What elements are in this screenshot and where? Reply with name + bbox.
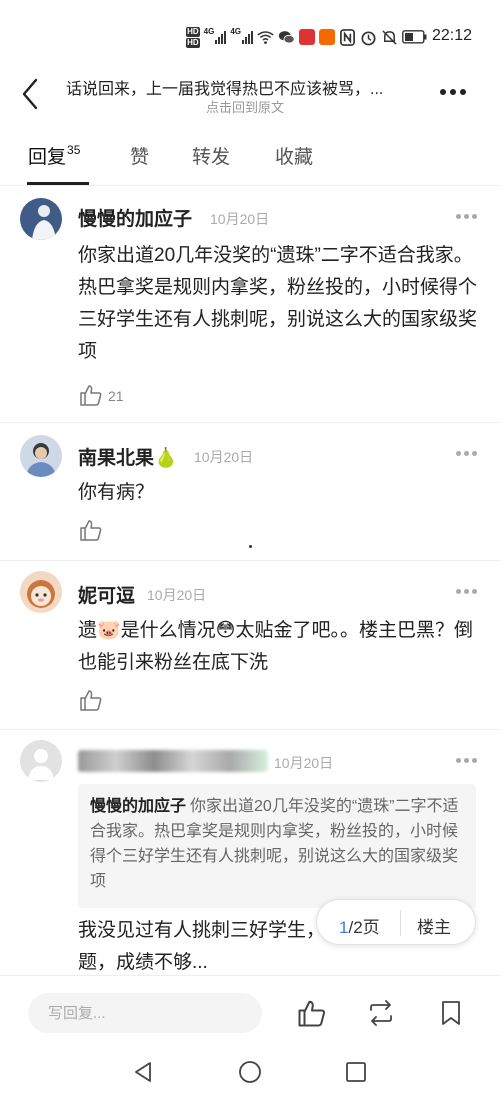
avatar[interactable]: [20, 740, 62, 782]
reply-count: 35: [67, 142, 81, 157]
repost-icon[interactable]: [366, 998, 396, 1028]
tab-bar: 回复35 赞 转发 收藏: [0, 136, 500, 186]
avatar[interactable]: [20, 571, 62, 613]
pager-divider: [400, 910, 401, 936]
back-to-original-link[interactable]: 点击回到原文: [206, 97, 284, 116]
thread-title[interactable]: 话说回来，上一届我觉得热巴不应该被骂，...: [66, 75, 426, 99]
thumbs-up-icon[interactable]: [297, 998, 327, 1028]
hd-badge-icon: HD HD: [186, 26, 200, 48]
back-arrow-icon[interactable]: [18, 76, 42, 112]
avatar[interactable]: [20, 435, 62, 477]
owner-only-button[interactable]: 楼主: [417, 913, 451, 938]
comment-date: 10月20日: [210, 211, 270, 227]
alarm-icon: [361, 30, 376, 45]
active-tab-indicator: [27, 182, 89, 185]
comment-more-icon[interactable]: [456, 451, 478, 457]
thread-header: 话说回来，上一届我觉得热巴不应该被骂，... 点击回到原文: [0, 72, 500, 122]
thumbs-up-icon[interactable]: [79, 689, 103, 711]
status-time: 22:12: [431, 27, 472, 44]
page-navigator: 1/2页 楼主: [316, 899, 476, 945]
quoted-author: 慢慢的加应子: [90, 798, 187, 815]
tab-favorites[interactable]: 收藏: [275, 142, 313, 169]
tab-reposts[interactable]: 转发: [192, 142, 230, 169]
tab-likes[interactable]: 赞: [130, 142, 149, 169]
circle-home-icon[interactable]: [237, 1059, 263, 1085]
mute-bell-icon: [382, 29, 397, 45]
comment-more-icon[interactable]: [456, 214, 478, 220]
signal-4g-icon-2: 4G: [230, 27, 253, 44]
comment-author[interactable]: 慢慢的加应子: [78, 204, 192, 231]
system-nav-bar: [0, 1047, 500, 1100]
comment-item: 南果北果🍐 10月20日 你有病？: [0, 423, 500, 560]
comment-text: 遗🐷是什么情况😳太贴金了吧。。楼主巴黑？倒也能引来粉丝在底下洗: [78, 620, 473, 673]
comment-more-icon[interactable]: [456, 758, 478, 764]
battery-icon: [402, 30, 427, 44]
comment-date: 10月20日: [147, 587, 207, 603]
wifi-icon: [257, 30, 274, 44]
nfc-icon: [340, 28, 355, 46]
taobao-icon: [319, 29, 335, 45]
comment-text: 你有病？: [78, 482, 155, 503]
status-bar: HD HD 4G 4G 22:12: [0, 0, 500, 72]
thumbs-up-icon[interactable]: [79, 384, 103, 406]
comment-author[interactable]: 南果北果🍐: [78, 443, 178, 470]
comment-author[interactable]: 妮可逗: [78, 581, 135, 608]
comment-text: 你家出道20几年没奖的“遗珠”二字不适合我家。热巴拿奖是规则内拿奖，粉丝投的，小…: [78, 245, 478, 362]
comment-date: 10月20日: [194, 449, 254, 465]
avatar[interactable]: [20, 198, 62, 240]
comment-more-icon[interactable]: [456, 589, 478, 595]
tab-replies[interactable]: 回复35: [28, 142, 80, 169]
blurred-author: [78, 750, 268, 772]
app-notification-icon: [299, 29, 315, 45]
page-indicator[interactable]: 1/2页: [339, 913, 380, 938]
comment-item: 慢慢的加应子 10月20日 你家出道20几年没奖的“遗珠”二字不适合我家。热巴拿…: [0, 186, 500, 422]
bottom-action-bar: [0, 975, 500, 1047]
wechat-icon: [278, 30, 295, 44]
bookmark-icon[interactable]: [436, 998, 466, 1028]
comment-item: 妮可逗 10月20日 遗🐷是什么情况😳太贴金了吧。。楼主巴黑？倒也能引来粉丝在底…: [0, 561, 500, 729]
status-icons: HD HD 4G 4G: [186, 24, 428, 50]
thumbs-up-icon[interactable]: [79, 519, 103, 541]
signal-4g-icon: 4G: [204, 27, 227, 44]
reply-input[interactable]: [28, 993, 262, 1033]
triangle-back-icon[interactable]: [131, 1059, 157, 1085]
stray-dot: [249, 545, 252, 548]
square-recent-icon[interactable]: [343, 1059, 369, 1085]
comment-date: 10月20日: [274, 755, 334, 771]
quoted-comment[interactable]: 慢慢的加应子 你家出道20几年没奖的“遗珠”二字不适合我家。热巴拿奖是规则内拿奖，…: [78, 784, 476, 908]
like-count: 21: [108, 388, 124, 404]
more-options-icon[interactable]: [440, 82, 470, 102]
